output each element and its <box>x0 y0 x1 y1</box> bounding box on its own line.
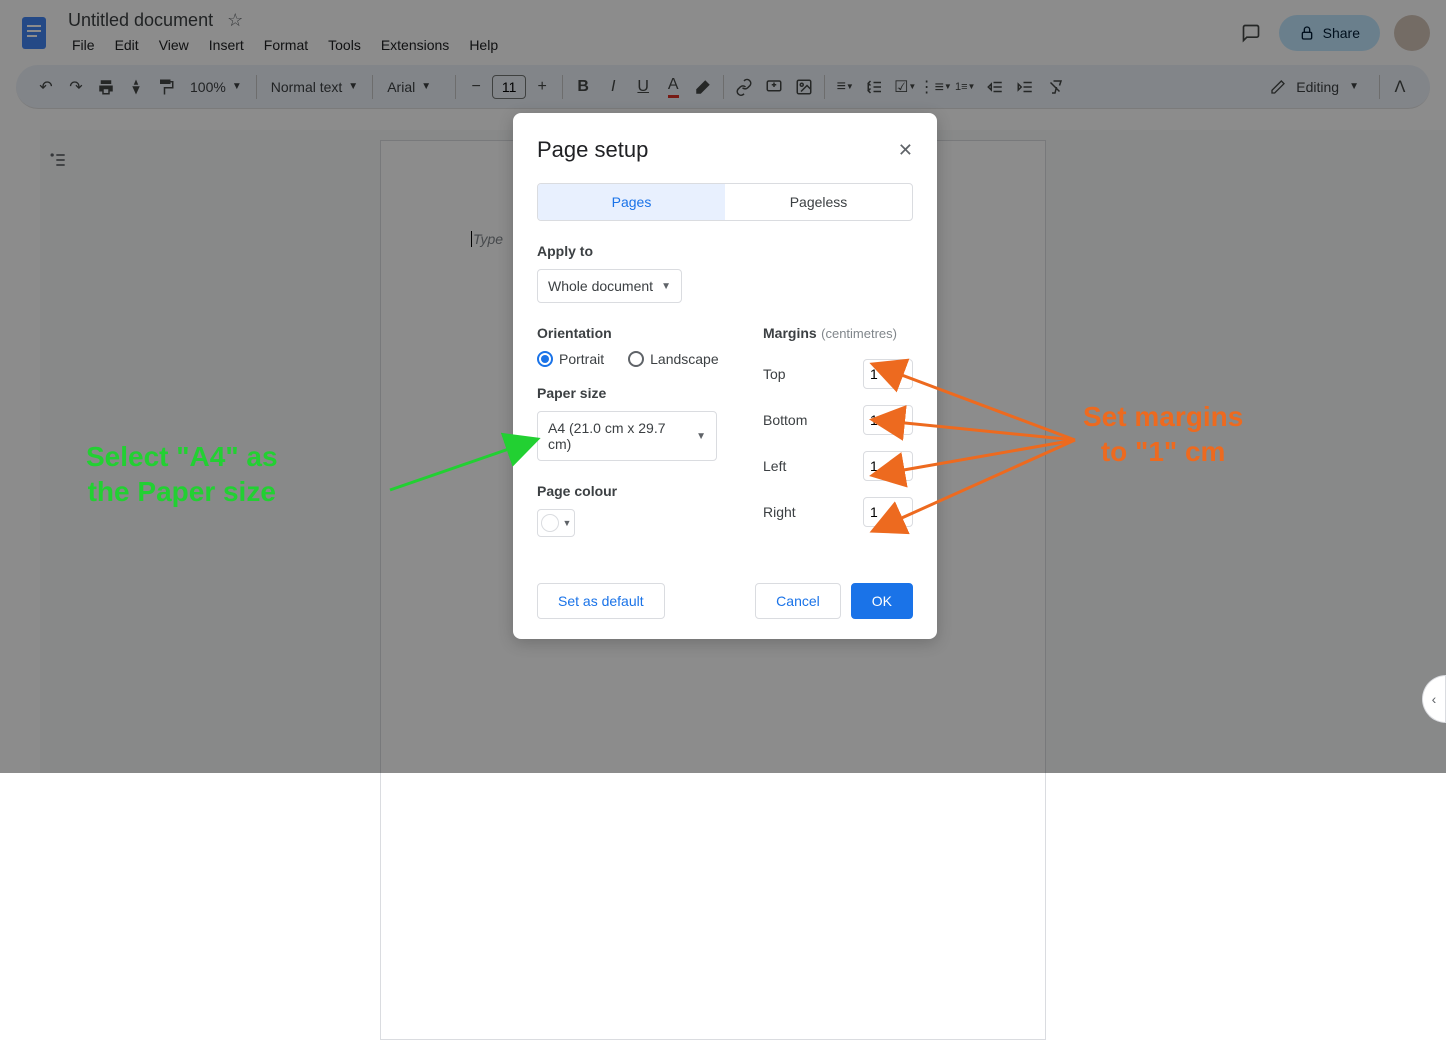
cancel-button[interactable]: Cancel <box>755 583 841 619</box>
radio-portrait[interactable]: Portrait <box>537 351 604 367</box>
margin-right-input[interactable] <box>863 497 913 527</box>
tab-pageless[interactable]: Pageless <box>725 184 912 220</box>
margin-right-label: Right <box>763 504 796 520</box>
margin-bottom-label: Bottom <box>763 412 807 428</box>
apply-to-select[interactable]: Whole document▼ <box>537 269 682 303</box>
dialog-title: Page setup <box>537 137 648 163</box>
margin-left-label: Left <box>763 458 786 474</box>
orientation-label: Orientation <box>537 325 723 341</box>
page-colour-label: Page colour <box>537 483 723 499</box>
ok-button[interactable]: OK <box>851 583 913 619</box>
page-setup-dialog: Page setup ✕ Pages Pageless Apply to Who… <box>513 113 937 639</box>
margin-left-input[interactable] <box>863 451 913 481</box>
margins-unit: (centimetres) <box>821 326 897 341</box>
annotation-paper-size: Select "A4" as the Paper size <box>86 440 278 509</box>
page-colour-select[interactable]: ▼ <box>537 509 575 537</box>
margin-top-label: Top <box>763 366 786 382</box>
colour-swatch-icon <box>541 514 559 532</box>
margins-label: Margins <box>763 325 817 341</box>
apply-to-label: Apply to <box>537 243 913 259</box>
set-default-button[interactable]: Set as default <box>537 583 665 619</box>
margin-top-input[interactable] <box>863 359 913 389</box>
dialog-tabs: Pages Pageless <box>537 183 913 221</box>
paper-size-select[interactable]: A4 (21.0 cm x 29.7 cm)▼ <box>537 411 717 461</box>
radio-landscape[interactable]: Landscape <box>628 351 719 367</box>
close-icon[interactable]: ✕ <box>898 140 913 161</box>
margin-bottom-input[interactable] <box>863 405 913 435</box>
paper-size-label: Paper size <box>537 385 723 401</box>
annotation-margins: Set margins to "1" cm <box>1083 400 1243 469</box>
tab-pages[interactable]: Pages <box>538 184 725 220</box>
